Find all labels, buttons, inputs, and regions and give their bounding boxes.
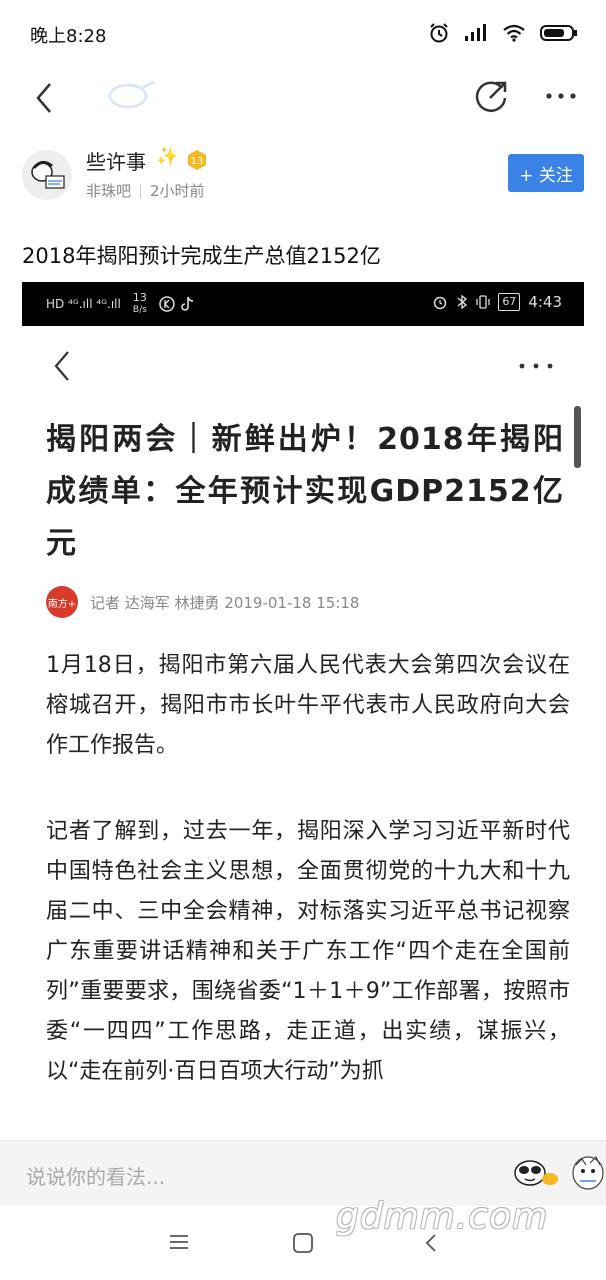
forum-name[interactable]: 非珠吧: [86, 182, 131, 200]
embedded-status-bar: HD ⁴ᴳ.ıll ⁴ᴳ.ıll 13 B/s 67 4:43: [22, 282, 584, 326]
post-meta: 非珠吧 2小时前: [86, 180, 205, 201]
embedded-status-left: HD ⁴ᴳ.ıll ⁴ᴳ.ıll 13 B/s: [46, 292, 195, 316]
level-badge-icon: 13: [188, 150, 206, 170]
embedded-battery: 67: [498, 293, 521, 311]
battery-icon: [540, 25, 577, 41]
article-title: 揭阳两会｜新鲜出炉！2018年揭阳成绩单：全年预计实现GDP2152亿元: [46, 422, 564, 561]
sticker-icon[interactable]: [570, 1153, 606, 1193]
wifi-icon: [503, 24, 525, 42]
embedded-scrollbar: [574, 406, 581, 468]
embedded-screenshot[interactable]: HD ⁴ᴳ.ıll ⁴ᴳ.ıll 13 B/s 67 4:43 揭阳两会｜新鲜出…: [22, 282, 584, 1140]
post-title: 2018年揭阳预计完成生产总值2152亿: [22, 244, 381, 268]
bluetooth-icon: [457, 294, 468, 310]
article-byline: 南方+ 记者 达海军 林捷勇 2019-01-18 15:18: [46, 584, 576, 620]
article-paragraph: 记者了解到，过去一年，揭阳深入学习习近平新时代中国特色社会主义思想，全面贯彻党的…: [46, 819, 570, 1084]
post-time: 2小时前: [150, 182, 205, 200]
article-paragraph: 1月18日，揭阳市第六届人民代表大会第四次会议在榕城召开，揭阳市市长叶牛平代表市…: [46, 653, 570, 758]
embedded-back-icon: [54, 351, 69, 381]
embedded-alarm-icon: [434, 296, 447, 310]
publisher-logo: 南方+: [46, 586, 78, 618]
nav-bar: [0, 66, 606, 128]
avatar-image: [22, 150, 72, 200]
post-header: 些许事 ✨ 13 非珠吧 2小时前 + 关注: [0, 138, 606, 218]
tiktok-icon: [181, 296, 193, 311]
home-icon[interactable]: [292, 1232, 314, 1254]
back-icon[interactable]: [30, 78, 60, 118]
share-icon[interactable]: [472, 78, 510, 116]
embedded-speed-value: 13: [132, 291, 147, 304]
more-icon[interactable]: [544, 86, 578, 106]
watermark: gdmm.com: [336, 1196, 549, 1237]
embedded-speed: 13 B/s: [133, 292, 147, 316]
embedded-speed-unit: B/s: [132, 305, 147, 315]
byline-text: 记者 达海军 林捷勇 2019-01-18 15:18: [90, 593, 360, 612]
embedded-nav-bar: [22, 326, 584, 404]
vibrate-icon: [476, 295, 490, 309]
embedded-network: HD ⁴ᴳ.ıll ⁴ᴳ.ıll: [46, 297, 121, 311]
level-number: 13: [191, 156, 204, 167]
avatar[interactable]: [22, 150, 72, 200]
follow-button[interactable]: + 关注: [508, 154, 584, 192]
sparkle-icon: ✨: [156, 146, 179, 167]
menu-icon[interactable]: [168, 1232, 190, 1252]
signal-icon: [465, 24, 486, 41]
embedded-status-right: 67 4:43: [432, 293, 562, 311]
meta-divider: [140, 184, 142, 198]
embedded-time: 4:43: [528, 293, 562, 311]
alarm-icon: [430, 23, 448, 43]
emoji-icon[interactable]: [512, 1155, 560, 1191]
author-name[interactable]: 些许事: [86, 146, 146, 175]
embedded-more-icon: [519, 363, 553, 369]
mascot-icon: [108, 80, 155, 109]
status-bar: 晚上8:28: [0, 0, 606, 66]
comment-input[interactable]: 说说你的看法...: [26, 1161, 165, 1190]
status-time: 晚上8:28: [30, 26, 107, 47]
k-icon: [159, 296, 175, 312]
status-icons: [428, 22, 578, 44]
